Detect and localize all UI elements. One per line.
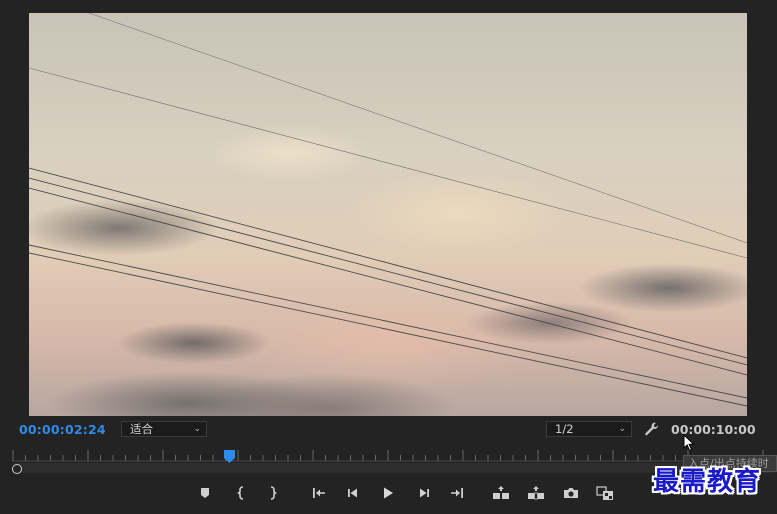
monitor-info-bar: 00:00:02:24 适合 ⌄ 1/2 ⌄ 00:00:10:00 [0,420,777,440]
wrench-icon[interactable] [644,421,660,437]
step-back-icon[interactable] [344,484,362,502]
step-forward-icon[interactable] [415,484,433,502]
lift-icon[interactable] [492,484,510,502]
camera-icon[interactable] [562,484,580,502]
mark-in-icon[interactable] [232,484,250,502]
go-to-in-icon[interactable] [310,484,328,502]
playback-resolution-value: 1/2 [555,422,574,436]
power-lines [29,13,747,407]
zoom-level-select[interactable]: 适合 ⌄ [121,421,207,437]
zoom-level-value: 适合 [130,422,153,436]
extract-icon[interactable] [527,484,545,502]
playhead-timecode[interactable]: 00:00:02:24 [19,422,106,437]
comparison-view-icon[interactable] [596,484,614,502]
mouse-cursor-icon [683,434,695,452]
scrub-zoom-handle[interactable] [12,464,22,474]
mark-out-icon[interactable] [264,484,282,502]
time-ruler[interactable] [12,448,772,462]
playback-resolution-select[interactable]: 1/2 ⌄ [546,421,632,437]
watermark-logo: 最需教育 [653,467,762,497]
playhead[interactable] [223,450,235,463]
go-to-out-icon[interactable] [448,484,466,502]
play-icon[interactable] [379,484,397,502]
video-preview-frame [29,13,747,416]
chevron-down-icon: ⌄ [193,424,201,434]
add-marker-icon[interactable] [196,484,214,502]
chevron-down-icon: ⌄ [618,424,626,434]
